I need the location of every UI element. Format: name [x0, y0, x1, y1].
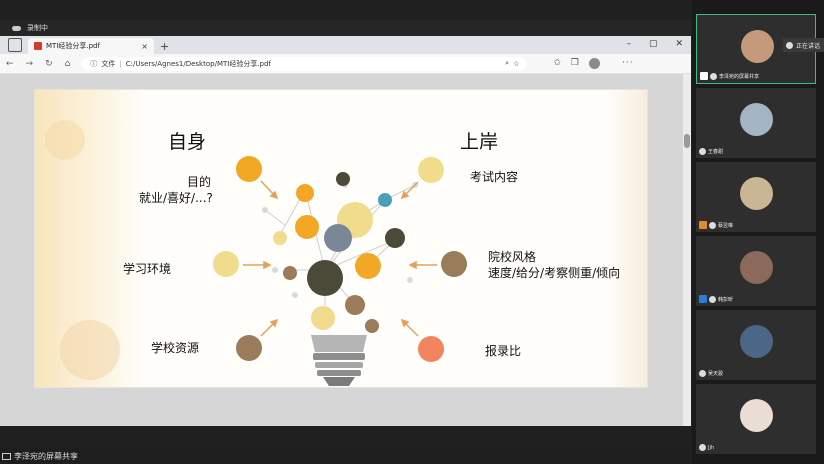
avatar [741, 30, 774, 63]
mic-icon [786, 41, 793, 49]
speaking-indicator: 正在讲话 [783, 38, 824, 52]
label-style-title: 院校风格 [488, 250, 537, 264]
share-label: 李泽宛的屏幕共享 [14, 451, 78, 461]
tab-strip: MTI经验分享.pdf × + – ▢ ✕ [0, 36, 691, 54]
participant-card[interactable]: 韩彭昕 [696, 236, 816, 306]
lightbulb-diagram [213, 156, 467, 386]
minimize-button[interactable]: – [626, 39, 631, 49]
forward-icon[interactable]: → [26, 59, 34, 69]
avatar [740, 177, 773, 210]
participant-caption: 韩彭昕 [699, 295, 733, 303]
participant-name: Jjh [708, 444, 715, 451]
participant-caption: 王春甜 [699, 148, 723, 155]
tab-title: MTI经验分享.pdf [46, 42, 100, 50]
pdf-icon [34, 42, 42, 50]
label-resources: 学校资源 [151, 341, 200, 355]
avatar [740, 399, 773, 432]
refresh-icon[interactable]: ↻ [45, 59, 53, 69]
label-env: 学习环境 [123, 262, 172, 276]
pdf-viewer: 自身 上岸 目的 就业/喜好/...? 学习环境 学校资源 考试内容 院校风格 … [0, 74, 691, 426]
zoom-icon[interactable]: ⌕ [505, 59, 509, 68]
participant-card[interactable]: 吴天骏 [696, 310, 816, 380]
profile-icon[interactable] [588, 58, 600, 69]
mic-icon [709, 221, 716, 229]
recording-bar: 录制中 [0, 20, 691, 36]
title-left: 自身 [168, 131, 207, 153]
speaking-label: 正在讲话 [796, 42, 821, 50]
label-style-sub: 速度/给分/考察侧重/倾向 [488, 266, 621, 280]
cloud-icon [12, 25, 21, 31]
address-bar: ← → ↻ ⌂ ⓘ 文件 | C:/Users/Agnes1/Desktop/M… [0, 54, 691, 74]
label-goal: 目的 就业/喜好/...? [139, 174, 213, 206]
avatar [740, 251, 773, 284]
url-text: C:/Users/Agnes1/Desktop/MTI经验分享.pdf [125, 59, 271, 68]
mic-icon [699, 370, 706, 377]
screen-share-icon [2, 452, 11, 460]
label-goal-title: 目的 [186, 175, 211, 189]
back-icon[interactable]: ← [6, 59, 14, 69]
share-indicator: 李泽宛的屏幕共享 [0, 448, 691, 464]
url-separator: | [119, 59, 122, 68]
close-window-button[interactable]: ✕ [675, 39, 683, 49]
screen-share-icon [700, 72, 708, 80]
favorite-icon[interactable]: ☆ [513, 60, 519, 68]
url-prefix: 文件 [101, 59, 116, 68]
maximize-button[interactable]: ▢ [649, 39, 658, 49]
participant-caption: 李泽宛的屏幕共享 [700, 72, 759, 80]
participant-caption: 蔡昱琳 [699, 221, 733, 229]
label-style: 院校风格 速度/给分/考察侧重/倾向 [488, 249, 620, 281]
user-icon [699, 295, 707, 303]
mic-icon [710, 72, 717, 80]
label-goal-sub: 就业/喜好/...? [139, 191, 213, 205]
participant-name: 吴天骏 [708, 371, 724, 377]
label-content: 考试内容 [470, 170, 519, 184]
mic-icon [709, 295, 716, 303]
home-icon[interactable]: ⌂ [65, 59, 71, 69]
scrollbar-thumb[interactable] [684, 134, 690, 148]
mic-icon [699, 148, 706, 155]
participant-name: 王春甜 [708, 149, 724, 155]
avatar [740, 103, 773, 136]
collections-icon[interactable]: ❐ [571, 58, 579, 69]
participant-caption: 吴天骏 [699, 370, 723, 377]
title-right: 上岸 [460, 131, 499, 153]
tab-actions-icon[interactable] [8, 38, 22, 52]
recording-label: 录制中 [27, 24, 48, 32]
tab-close-button[interactable]: × [141, 42, 148, 51]
url-field[interactable]: ⓘ 文件 | C:/Users/Agnes1/Desktop/MTI经验分享.p… [82, 56, 528, 71]
participant-caption: Jjh [699, 444, 714, 451]
toolbar: ✩ ❐ ··· [553, 58, 633, 69]
browser-window: MTI经验分享.pdf × + – ▢ ✕ ← → ↻ ⌂ ⓘ 文件 | C:/… [0, 36, 691, 426]
slide-page: 自身 上岸 目的 就业/喜好/...? 学习环境 学校资源 考试内容 院校风格 … [34, 89, 648, 388]
tab-pdf[interactable]: MTI经验分享.pdf × [28, 38, 154, 54]
mic-icon [699, 444, 706, 451]
participant-card[interactable]: Jjh [696, 384, 816, 454]
participant-card[interactable]: 蔡昱琳 [696, 162, 816, 232]
avatar [740, 325, 773, 358]
participant-name: 蔡昱琳 [718, 222, 734, 229]
participant-name: 韩彭昕 [718, 296, 734, 303]
screen: 录制中 MTI经验分享.pdf × + – ▢ ✕ ← → ↻ ⌂ ⓘ 文件 |… [0, 0, 824, 464]
new-tab-button[interactable]: + [160, 40, 169, 53]
info-icon: ⓘ [90, 59, 98, 68]
window-controls: – ▢ ✕ [626, 39, 683, 49]
user-icon [699, 221, 707, 229]
label-ratio: 报录比 [485, 344, 522, 358]
participant-card[interactable]: 王春甜 [696, 88, 816, 158]
favorites-icon[interactable]: ✩ [553, 58, 561, 69]
participant-name: 李泽宛的屏幕共享 [719, 73, 760, 80]
scrollbar[interactable] [683, 74, 691, 426]
participants-panel: 李泽宛的屏幕共享 王春甜 蔡昱琳 韩彭昕 吴天骏 Jjh [692, 0, 824, 464]
more-icon[interactable]: ··· [622, 58, 634, 69]
